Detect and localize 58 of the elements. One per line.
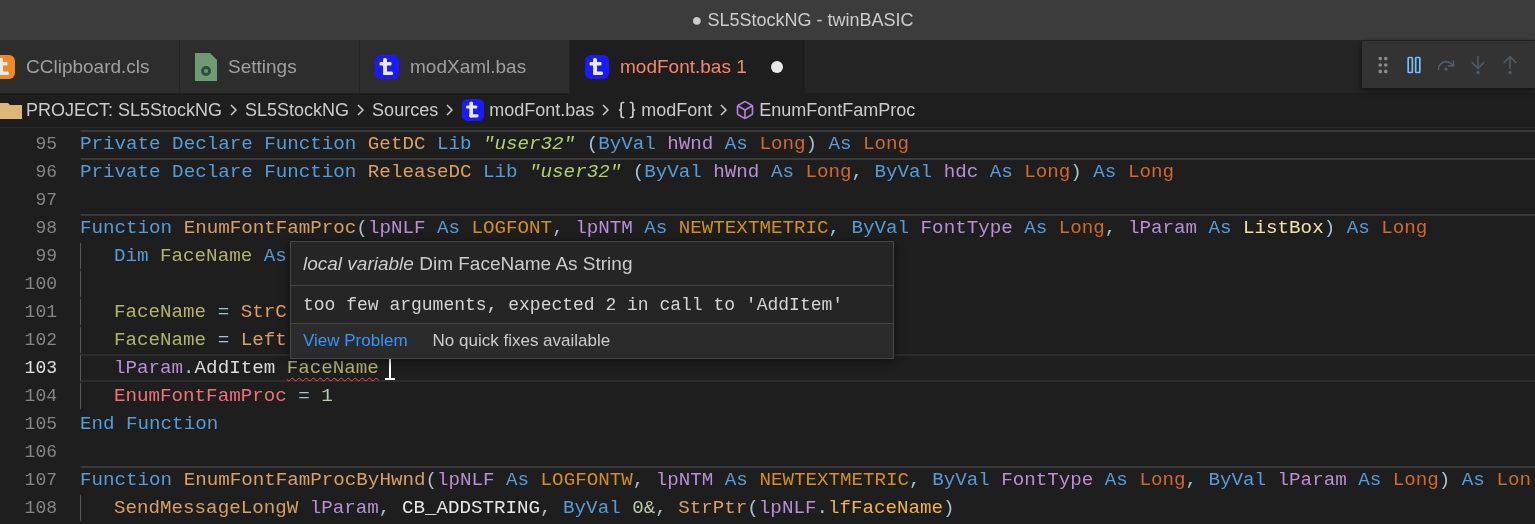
- code-line: End Function: [80, 413, 219, 435]
- code-line: FaceName = StrC: [114, 301, 287, 323]
- chevron-icon: [357, 104, 365, 116]
- code-line: SendMessageLongW lParam, CB_ADDSTRING, ByVal 0&, StrPtr(lpNLF.lfFaceName): [114, 497, 955, 519]
- module-file-icon: [584, 53, 610, 80]
- breadcrumb-item[interactable]: modFont.bas: [489, 99, 595, 121]
- step-into-icon: [1468, 54, 1488, 75]
- tab-label: modFont.bas 1: [620, 55, 747, 78]
- code-line: Private Declare Function GetDC Lib "user32" (ByVal hWnd As Long) As Long: [80, 133, 910, 155]
- line-number: 107: [23, 470, 57, 490]
- quick-fix-note: No quick fixes available: [432, 331, 611, 351]
- chevron-icon: [720, 104, 728, 116]
- editor-tab[interactable]: modFont.bas 1: [570, 40, 806, 93]
- cube-icon: [735, 100, 756, 120]
- line-number: 100: [23, 274, 57, 294]
- line-number: 108: [23, 498, 57, 518]
- line-number: 105: [23, 414, 57, 434]
- code-line: Private Declare Function ReleaseDC Lib "user32" (ByVal hWnd As Long, ByVal hdc As Long) As Long: [80, 161, 1174, 183]
- line-number: 102: [23, 330, 57, 350]
- tab-label: modXaml.bas: [410, 55, 527, 78]
- breadcrumb-item[interactable]: Sources: [372, 99, 439, 121]
- code-line: Function EnumFontFamProcByHwnd(lpNLF As LOGFONTW, lpNTM As NEWTEXTMETRIC, ByVal FontType As Long, ByVal lParam As Long) As Lon: [80, 469, 1531, 491]
- code-line: Function EnumFontFamProc(lpNLF As LOGFONT, lpNTM As NEWTEXTMETRIC, ByVal FontType As Long, lParam As ListBox) As Long: [80, 217, 1428, 239]
- line-number: 98: [34, 218, 57, 238]
- code-line: lParam.AddItem FaceName: [114, 357, 379, 379]
- line-number: 95: [34, 134, 57, 154]
- chevron-icon: [230, 104, 238, 116]
- window-title: ● SL5StockNG - twinBASIC: [691, 9, 914, 31]
- breadcrumb-item[interactable]: EnumFontFamProc: [759, 99, 916, 121]
- hover-signature: local variable Dim FaceName As String: [291, 242, 893, 286]
- line-number: 97: [34, 190, 57, 210]
- code-line: EnumFontFamProc = 1: [114, 385, 333, 407]
- folder-icon: [0, 101, 22, 119]
- breadcrumb-item[interactable]: modFont: [641, 99, 713, 121]
- line-number: 101: [23, 302, 57, 322]
- pause-icon: [1404, 54, 1424, 75]
- chevron-icon: [602, 104, 610, 116]
- line-number: 96: [34, 162, 57, 182]
- tab-label: Settings: [228, 55, 297, 78]
- code-line: Dim FaceName As: [114, 245, 287, 267]
- editor-tab[interactable]: Settings: [180, 40, 360, 93]
- breadcrumb-item[interactable]: SL5StockNG: [245, 99, 350, 121]
- editor-tab[interactable]: CClipboard.cls: [0, 40, 180, 93]
- chevron-icon: [446, 104, 454, 116]
- line-number: 106: [23, 442, 57, 462]
- module-file-icon: [461, 98, 486, 122]
- line-number: 99: [34, 246, 57, 266]
- step-out-icon: [1500, 54, 1520, 75]
- editor-tab[interactable]: modXaml.bas: [360, 40, 570, 93]
- breadcrumb-item[interactable]: PROJECT: SL5StockNG: [26, 99, 223, 121]
- line-number: 104: [23, 386, 57, 406]
- settings-file-icon: [194, 51, 218, 82]
- view-problem-link[interactable]: View Problem: [303, 331, 408, 351]
- tab-label: CClipboard.cls: [26, 55, 150, 78]
- line-number: 103: [23, 358, 57, 378]
- module-file-icon: [374, 53, 400, 80]
- braces-icon: [617, 100, 638, 120]
- code-line: FaceName = Left: [114, 329, 287, 351]
